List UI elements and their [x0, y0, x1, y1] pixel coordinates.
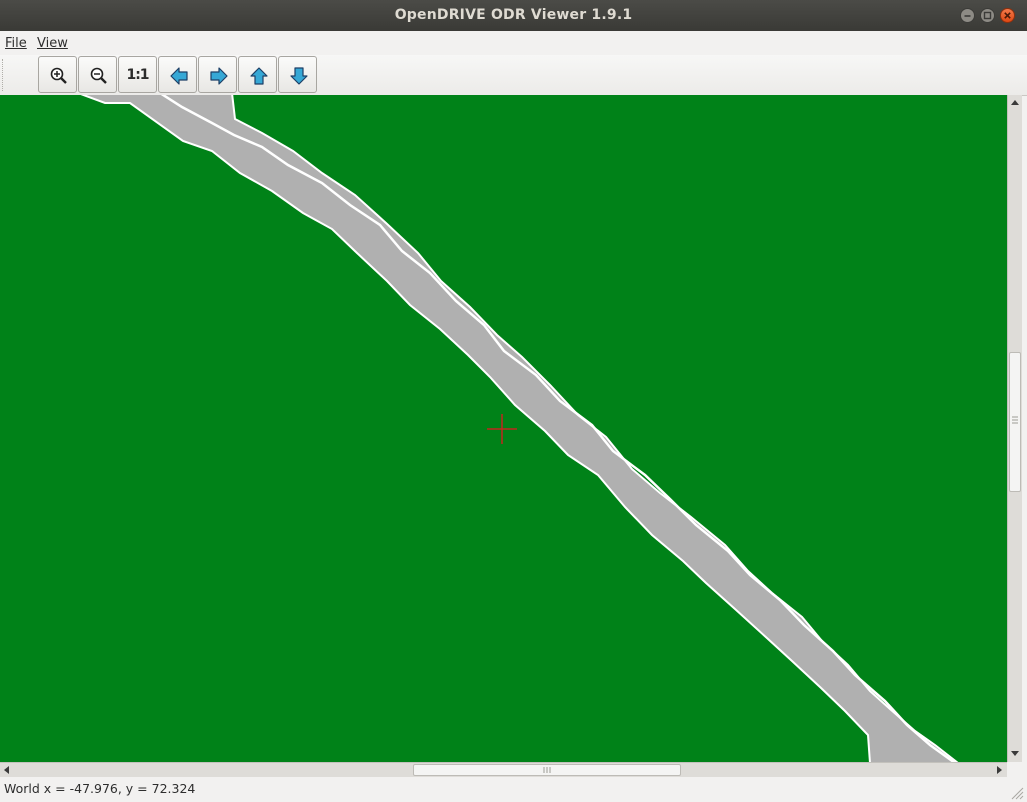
toolbar-handle[interactable] [2, 59, 7, 91]
grip-icon [543, 767, 551, 773]
reset-zoom-label: 1:1 [126, 67, 149, 83]
menu-view[interactable]: View [37, 36, 68, 51]
maximize-icon [983, 11, 992, 20]
arrow-down-icon [290, 67, 308, 85]
scroll-left-arrow-icon[interactable] [1, 763, 13, 776]
crosshair-cursor [487, 414, 517, 444]
arrow-right-icon [210, 67, 228, 85]
grip-icon [1012, 416, 1018, 424]
zoom-in-button[interactable] [38, 56, 77, 93]
horizontal-scrollbar[interactable] [0, 762, 1007, 777]
pan-up-button[interactable] [238, 56, 277, 93]
menu-bar: File View [0, 31, 1027, 55]
minimize-button[interactable] [960, 8, 975, 23]
pan-right-button[interactable] [198, 56, 237, 93]
world-coordinates: World x = -47.976, y = 72.324 [4, 781, 196, 796]
arrow-up-icon [250, 67, 268, 85]
horizontal-scroll-thumb[interactable] [413, 764, 681, 776]
resize-grip-icon[interactable] [1010, 786, 1024, 800]
toolbar: 1:1 [0, 55, 1027, 96]
scrollbar-corner [1007, 762, 1027, 777]
close-icon [1004, 12, 1011, 19]
road-map-drawing [80, 95, 959, 762]
minimize-icon [964, 15, 971, 17]
scroll-right-arrow-icon[interactable] [993, 763, 1005, 776]
window-title: OpenDRIVE ODR Viewer 1.9.1 [394, 7, 633, 23]
maximize-button[interactable] [980, 8, 995, 23]
menu-file[interactable]: File [5, 36, 27, 51]
road-map-canvas[interactable] [0, 95, 1007, 762]
scroll-up-arrow-icon[interactable] [1008, 96, 1022, 108]
zoom-out-icon [90, 67, 107, 84]
pan-down-button[interactable] [278, 56, 317, 93]
close-button[interactable] [1000, 8, 1015, 23]
road-surface [80, 95, 959, 762]
vertical-scrollbar[interactable] [1007, 95, 1022, 762]
zoom-out-button[interactable] [78, 56, 117, 93]
arrow-left-icon [170, 67, 188, 85]
vertical-scroll-thumb[interactable] [1009, 352, 1021, 492]
pan-left-button[interactable] [158, 56, 197, 93]
title-bar: OpenDRIVE ODR Viewer 1.9.1 [0, 0, 1027, 31]
status-bar: World x = -47.976, y = 72.324 [0, 777, 1027, 802]
reset-zoom-button[interactable]: 1:1 [118, 56, 157, 93]
scroll-down-arrow-icon[interactable] [1008, 748, 1022, 760]
zoom-in-icon [50, 67, 67, 84]
